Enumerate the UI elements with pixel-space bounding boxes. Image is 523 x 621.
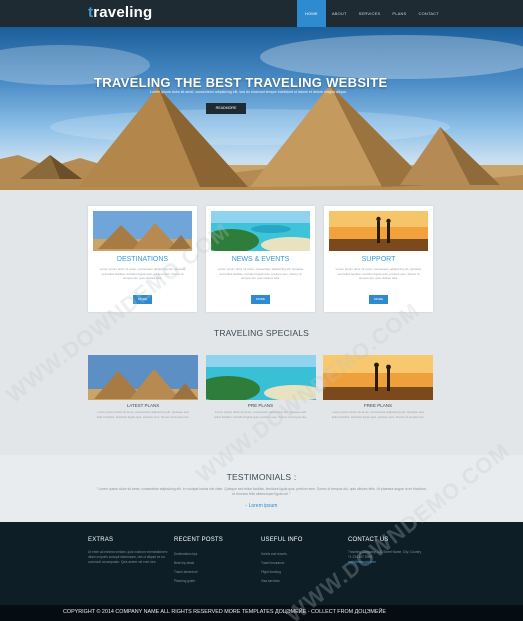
footer-useful-link[interactable]: Flight booking — [261, 568, 341, 577]
special-text: Lorem ipsum dolor sit amet, consectetur … — [331, 410, 425, 419]
hero-title: TRAVELING THE BEST TRAVELING WEBSITE — [94, 75, 388, 90]
card-more-button[interactable]: MORE — [369, 295, 388, 304]
card-image-sunset-couple — [329, 211, 428, 251]
footer-recent-title: RECENT POSTS — [174, 537, 223, 543]
footer-useful-link[interactable]: Hotels and resorts — [261, 550, 341, 559]
readmore-button[interactable]: READMORE — [206, 103, 246, 114]
main-nav: HOME ABOUT SERVICES PLANS CONTACT — [297, 0, 445, 27]
testimonials-heading: TESTIMONIALS : — [226, 472, 297, 482]
nav-plans[interactable]: PLANS — [386, 0, 412, 27]
hero-pyramids-image — [0, 35, 523, 190]
special-text: Lorem ipsum dolor sit amet, consectetur … — [214, 410, 307, 419]
hero-banner: TRAVELING THE BEST TRAVELING WEBSITE Lor… — [0, 27, 523, 190]
footer-contact-email[interactable]: mail@example.com — [348, 560, 438, 565]
card-image-beach — [211, 211, 310, 251]
special-image-pyramids — [88, 355, 198, 400]
site-logo[interactable]: traveling — [88, 4, 152, 21]
specials-list: LATEST PLANS Lorem ipsum dolor sit amet,… — [88, 355, 433, 435]
nav-about[interactable]: ABOUT — [326, 0, 353, 27]
card-title: SUPPORT — [361, 256, 396, 263]
special-image-sunset-couple — [323, 355, 433, 400]
card-news-events: NEWS & EVENTS Lorem ipsum dolor sit amet… — [206, 206, 315, 312]
footer-extras-text: Ut enim ad minima veniam, quis nostrum e… — [88, 550, 168, 564]
card-text: Lorem ipsum dolor sit amet, consectetur … — [335, 267, 422, 281]
testimonials-section: TESTIMONIALS : " Lorem ipsum dolor sit a… — [0, 455, 523, 522]
feature-cards: DESTINATIONS Lorem ipsum dolor sit amet,… — [88, 206, 433, 312]
footer-contact: CONTACT US Traveling Company, 142 Street… — [348, 537, 438, 564]
special-pre-plans: PRE PLANS Lorem ipsum dolor sit amet, co… — [205, 355, 316, 435]
footer-useful-link[interactable]: Travel insurance — [261, 559, 341, 568]
special-title: PRE PLANS — [247, 403, 274, 408]
footer-extras-title: EXTRAS — [88, 537, 114, 543]
hero-subtitle: Lorem ipsum dolor sit amet, consectetur … — [150, 90, 347, 94]
logo-rest: raveling — [93, 4, 153, 21]
card-image-pyramids — [93, 211, 192, 251]
specials-heading: TRAVELING SPECIALS — [213, 328, 310, 338]
nav-contact[interactable]: CONTACT — [412, 0, 444, 27]
footer-useful-link[interactable]: Visa services — [261, 577, 341, 586]
card-more-button[interactable]: MORE — [133, 295, 152, 304]
special-latest-plans: LATEST PLANS Lorem ipsum dolor sit amet,… — [88, 355, 198, 435]
top-navbar: traveling HOME ABOUT SERVICES PLANS CONT… — [0, 0, 523, 27]
card-title: NEWS & EVENTS — [231, 256, 290, 263]
footer-useful-title: USEFUL INFO — [261, 537, 303, 543]
nav-home[interactable]: HOME — [297, 0, 326, 27]
special-image-beach — [205, 355, 316, 400]
footer-useful-info: USEFUL INFO Hotels and resorts Travel in… — [261, 537, 341, 586]
copyright-bar: COPYRIGHT © 2014 COMPANY NAME ALL RIGHTS… — [0, 605, 523, 621]
testimonial-quote: " Lorem ipsum dolor sit amet, consectetu… — [96, 487, 427, 497]
footer-recent-posts: RECENT POSTS Destinations tips Best trip… — [174, 537, 254, 586]
card-title: DESTINATIONS — [116, 256, 169, 263]
copyright-text: COPYRIGHT © 2014 COMPANY NAME ALL RIGHTS… — [63, 609, 386, 615]
special-title: LATEST PLANS — [126, 403, 160, 408]
card-more-button[interactable]: MORE — [251, 295, 270, 304]
footer-extras: EXTRAS Ut enim ad minima veniam, quis no… — [88, 537, 168, 564]
site-footer: EXTRAS Ut enim ad minima veniam, quis no… — [0, 522, 523, 605]
card-text: Lorem ipsum dolor sit amet, consectetur … — [99, 267, 186, 281]
footer-contact-title: CONTACT US — [348, 537, 389, 543]
footer-recent-link[interactable]: Destinations tips — [174, 550, 254, 559]
card-support: SUPPORT Lorem ipsum dolor sit amet, cons… — [324, 206, 433, 312]
testimonial-author: - Lorem ipsum — [245, 503, 278, 509]
card-destinations: DESTINATIONS Lorem ipsum dolor sit amet,… — [88, 206, 197, 312]
special-title: FREE PLANS — [363, 403, 392, 408]
special-free-plans: FREE PLANS Lorem ipsum dolor sit amet, c… — [323, 355, 433, 435]
footer-recent-link[interactable]: Travel adventure — [174, 568, 254, 577]
special-text: Lorem ipsum dolor sit amet, consectetur … — [96, 410, 190, 419]
card-text: Lorem ipsum dolor sit amet, consectetur … — [217, 267, 304, 281]
footer-recent-link[interactable]: Planning guide — [174, 577, 254, 586]
nav-services[interactable]: SERVICES — [353, 0, 387, 27]
footer-recent-link[interactable]: Best trip deals — [174, 559, 254, 568]
